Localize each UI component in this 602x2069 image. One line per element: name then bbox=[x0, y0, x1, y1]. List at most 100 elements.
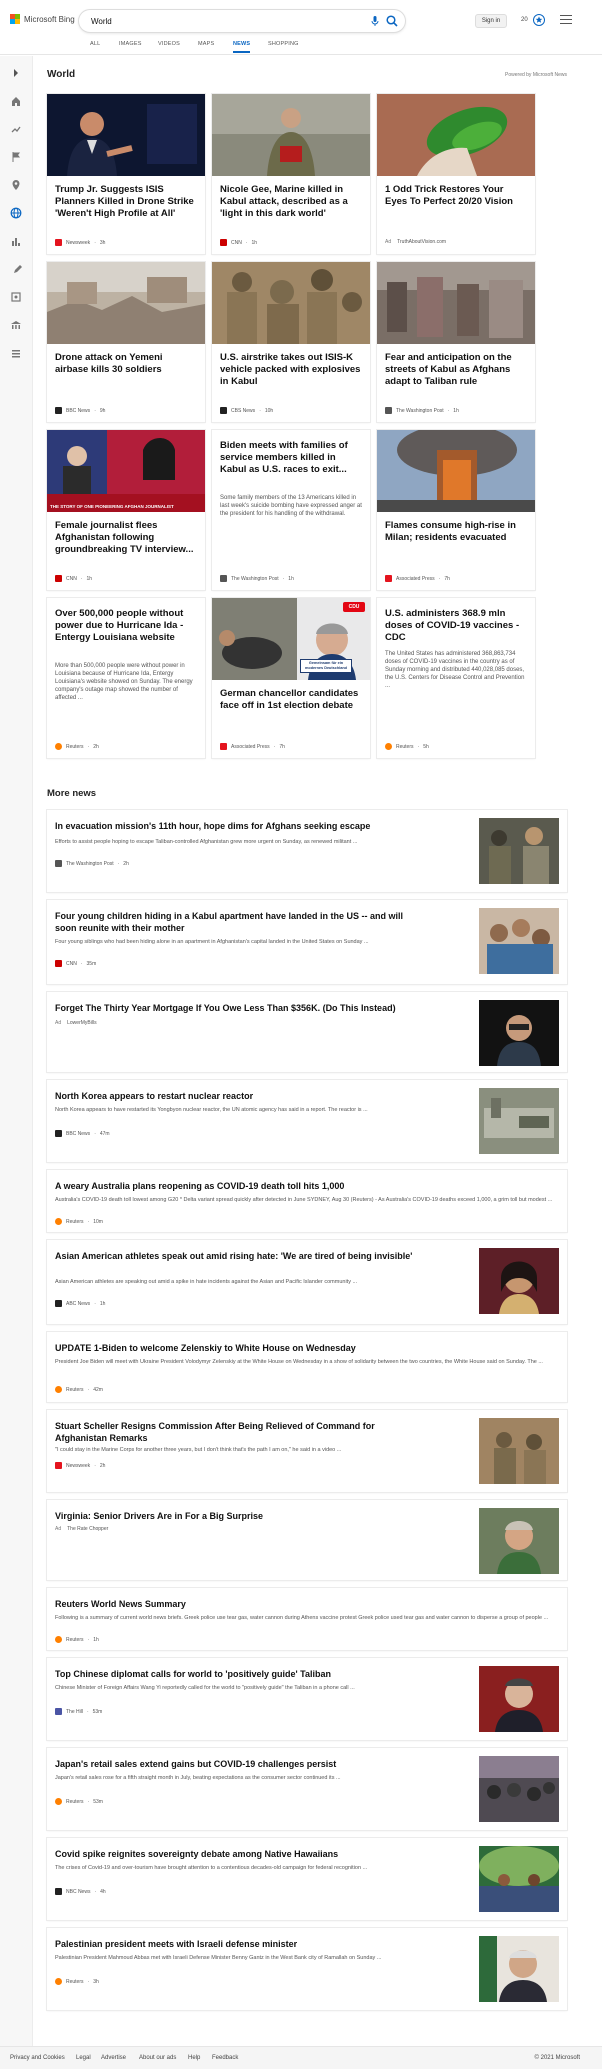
source-name: CBS News bbox=[231, 407, 256, 414]
item-time: 1h bbox=[99, 1300, 106, 1307]
item-source: Reuters · 42m bbox=[55, 1386, 103, 1393]
globe-icon[interactable] bbox=[10, 206, 22, 219]
location-pin-icon[interactable] bbox=[10, 178, 22, 190]
menu-icon[interactable] bbox=[560, 15, 572, 25]
search-icon[interactable] bbox=[385, 14, 399, 28]
card-title[interactable]: Nicole Gee, Marine killed in Kabul attac… bbox=[220, 184, 362, 220]
expand-chevron-icon[interactable] bbox=[10, 66, 22, 78]
search-box[interactable] bbox=[79, 10, 405, 32]
news-list-item-ad[interactable]: Forget The Thirty Year Mortgage If You O… bbox=[47, 992, 567, 1072]
item-description: Four young siblings who had been hiding … bbox=[55, 939, 369, 945]
microphone-icon[interactable] bbox=[369, 15, 381, 27]
flag-icon[interactable] bbox=[10, 150, 22, 162]
tab-videos[interactable]: VIDEOS bbox=[158, 41, 180, 47]
card-title[interactable]: Flames consume high-rise in Milan; resid… bbox=[385, 520, 527, 544]
item-title[interactable]: Virginia: Senior Drivers Are in For a Bi… bbox=[55, 1510, 415, 1522]
home-icon[interactable] bbox=[10, 94, 22, 106]
news-card[interactable]: CDU Gemeinsam für ein modernes Deutschla… bbox=[212, 598, 370, 758]
news-card-ad[interactable]: 1 Odd Trick Restores Your Eyes To Perfec… bbox=[377, 94, 535, 254]
news-list-item[interactable]: Palestinian president meets with Israeli… bbox=[47, 1928, 567, 2010]
item-title[interactable]: UPDATE 1-Biden to welcome Zelenskiy to W… bbox=[55, 1342, 555, 1354]
rewards-points[interactable]: 20 bbox=[521, 17, 528, 23]
news-list-item[interactable]: North Korea appears to restart nuclear r… bbox=[47, 1080, 567, 1162]
science-rocket-icon[interactable] bbox=[10, 262, 22, 274]
business-chart-icon[interactable] bbox=[10, 234, 22, 246]
news-list-item[interactable]: Stuart Scheller Resigns Commission After… bbox=[47, 1410, 567, 1492]
item-title[interactable]: Covid spike reignites sovereignty debate… bbox=[55, 1848, 415, 1860]
source-name: BBC News bbox=[66, 1130, 91, 1137]
news-list-item[interactable]: A weary Australia plans reopening as COV… bbox=[47, 1170, 567, 1232]
news-card-text[interactable]: U.S. administers 368.9 mln doses of COVI… bbox=[377, 598, 535, 758]
news-list-item[interactable]: UPDATE 1-Biden to welcome Zelenskiy to W… bbox=[47, 1332, 567, 1402]
tab-maps[interactable]: MAPS bbox=[198, 41, 214, 47]
item-title[interactable]: A weary Australia plans reopening as COV… bbox=[55, 1180, 555, 1192]
news-list-item[interactable]: Japan's retail sales extend gains but CO… bbox=[47, 1748, 567, 1830]
card-title[interactable]: U.S. administers 368.9 mln doses of COVI… bbox=[385, 608, 527, 644]
item-title[interactable]: Stuart Scheller Resigns Commission After… bbox=[55, 1420, 415, 1444]
item-title[interactable]: In evacuation mission's 11th hour, hope … bbox=[55, 820, 415, 832]
campaign-banner: Gemeinsam für ein modernes Deutschland bbox=[300, 659, 352, 673]
news-list-item[interactable]: In evacuation mission's 11th hour, hope … bbox=[47, 810, 567, 892]
entertainment-icon[interactable] bbox=[10, 290, 22, 302]
sign-in-button[interactable]: Sign in bbox=[475, 14, 507, 28]
footer-link-legal[interactable]: Legal bbox=[76, 2055, 91, 2061]
footer-link-feedback[interactable]: Feedback bbox=[212, 2055, 238, 2061]
item-source: Ad LowerMyBills bbox=[55, 1020, 97, 1026]
card-title[interactable]: Over 500,000 people without power due to… bbox=[55, 608, 197, 644]
copyright: © 2021 Microsoft bbox=[534, 2055, 580, 2061]
card-source: CBS News · 10h bbox=[220, 407, 273, 414]
footer-link-privacy[interactable]: Privacy and Cookies bbox=[10, 2055, 65, 2061]
news-card[interactable]: Fear and anticipation on the streets of … bbox=[377, 262, 535, 422]
item-title[interactable]: Reuters World News Summary bbox=[55, 1598, 555, 1610]
news-card-text[interactable]: Biden meets with families of service mem… bbox=[212, 430, 370, 590]
card-source: The Washington Post · 1h bbox=[385, 407, 459, 414]
item-title[interactable]: North Korea appears to restart nuclear r… bbox=[55, 1090, 415, 1102]
footer-link-about-ads[interactable]: About our ads bbox=[139, 2055, 176, 2061]
item-title[interactable]: Asian American athletes speak out amid r… bbox=[55, 1250, 415, 1262]
item-title[interactable]: Four young children hiding in a Kabul ap… bbox=[55, 910, 415, 934]
card-title[interactable]: Biden meets with families of service mem… bbox=[220, 440, 362, 476]
more-categories-icon[interactable] bbox=[10, 346, 22, 358]
news-card[interactable]: U.S. airstrike takes out ISIS-K vehicle … bbox=[212, 262, 370, 422]
news-card[interactable]: Nicole Gee, Marine killed in Kabul attac… bbox=[212, 94, 370, 254]
card-title[interactable]: Female journalist flees Afghanistan foll… bbox=[55, 520, 197, 556]
news-list-item-ad[interactable]: Virginia: Senior Drivers Are in For a Bi… bbox=[47, 1500, 567, 1580]
news-list-item[interactable]: Top Chinese diplomat calls for world to … bbox=[47, 1658, 567, 1740]
tab-news[interactable]: NEWS bbox=[233, 41, 251, 53]
search-input[interactable] bbox=[91, 14, 341, 28]
news-card[interactable]: Drone attack on Yemeni airbase kills 30 … bbox=[47, 262, 205, 422]
card-title[interactable]: German chancellor candidates face off in… bbox=[220, 688, 362, 712]
news-card[interactable]: THE STORY OF ONE PIONEERING AFGHAN JOURN… bbox=[47, 430, 205, 590]
tab-images[interactable]: IMAGES bbox=[119, 41, 142, 47]
card-title[interactable]: Fear and anticipation on the streets of … bbox=[385, 352, 527, 388]
news-list-item[interactable]: Reuters World News Summary Following is … bbox=[47, 1588, 567, 1650]
wapo-logo-icon bbox=[220, 575, 227, 582]
tab-all[interactable]: ALL bbox=[90, 41, 100, 47]
news-list-item[interactable]: Four young children hiding in a Kabul ap… bbox=[47, 900, 567, 984]
news-list-item[interactable]: Asian American athletes speak out amid r… bbox=[47, 1240, 567, 1324]
item-title[interactable]: Palestinian president meets with Israeli… bbox=[55, 1938, 415, 1950]
item-title[interactable]: Top Chinese diplomat calls for world to … bbox=[55, 1668, 415, 1680]
card-title[interactable]: Trump Jr. Suggests ISIS Planners Killed … bbox=[55, 184, 197, 220]
tab-shopping[interactable]: SHOPPING bbox=[268, 41, 299, 47]
card-title[interactable]: 1 Odd Trick Restores Your Eyes To Perfec… bbox=[385, 184, 527, 208]
cbs-logo-icon bbox=[220, 407, 227, 414]
powered-by[interactable]: Powered by Microsoft News bbox=[505, 72, 567, 78]
news-card[interactable]: Flames consume high-rise in Milan; resid… bbox=[377, 430, 535, 590]
news-list-item[interactable]: Covid spike reignites sovereignty debate… bbox=[47, 1838, 567, 1920]
source-name: Reuters bbox=[66, 1636, 84, 1643]
rewards-icon[interactable] bbox=[532, 13, 546, 27]
source-name: Newsweek bbox=[66, 1462, 91, 1469]
footer-link-help[interactable]: Help bbox=[188, 2055, 200, 2061]
news-card-text[interactable]: Over 500,000 people without power due to… bbox=[47, 598, 205, 758]
bing-logo[interactable]: Microsoft Bing bbox=[10, 14, 75, 24]
trending-icon[interactable] bbox=[10, 122, 22, 134]
news-card[interactable]: Trump Jr. Suggests ISIS Planners Killed … bbox=[47, 94, 205, 254]
item-title[interactable]: Japan's retail sales extend gains but CO… bbox=[55, 1758, 415, 1770]
card-title[interactable]: U.S. airstrike takes out ISIS-K vehicle … bbox=[220, 352, 362, 388]
footer-link-advertise[interactable]: Advertise bbox=[101, 2055, 126, 2061]
card-title[interactable]: Drone attack on Yemeni airbase kills 30 … bbox=[55, 352, 197, 376]
item-title[interactable]: Forget The Thirty Year Mortgage If You O… bbox=[55, 1002, 415, 1014]
politics-building-icon[interactable] bbox=[10, 318, 22, 330]
newsweek-logo-icon bbox=[55, 239, 62, 246]
